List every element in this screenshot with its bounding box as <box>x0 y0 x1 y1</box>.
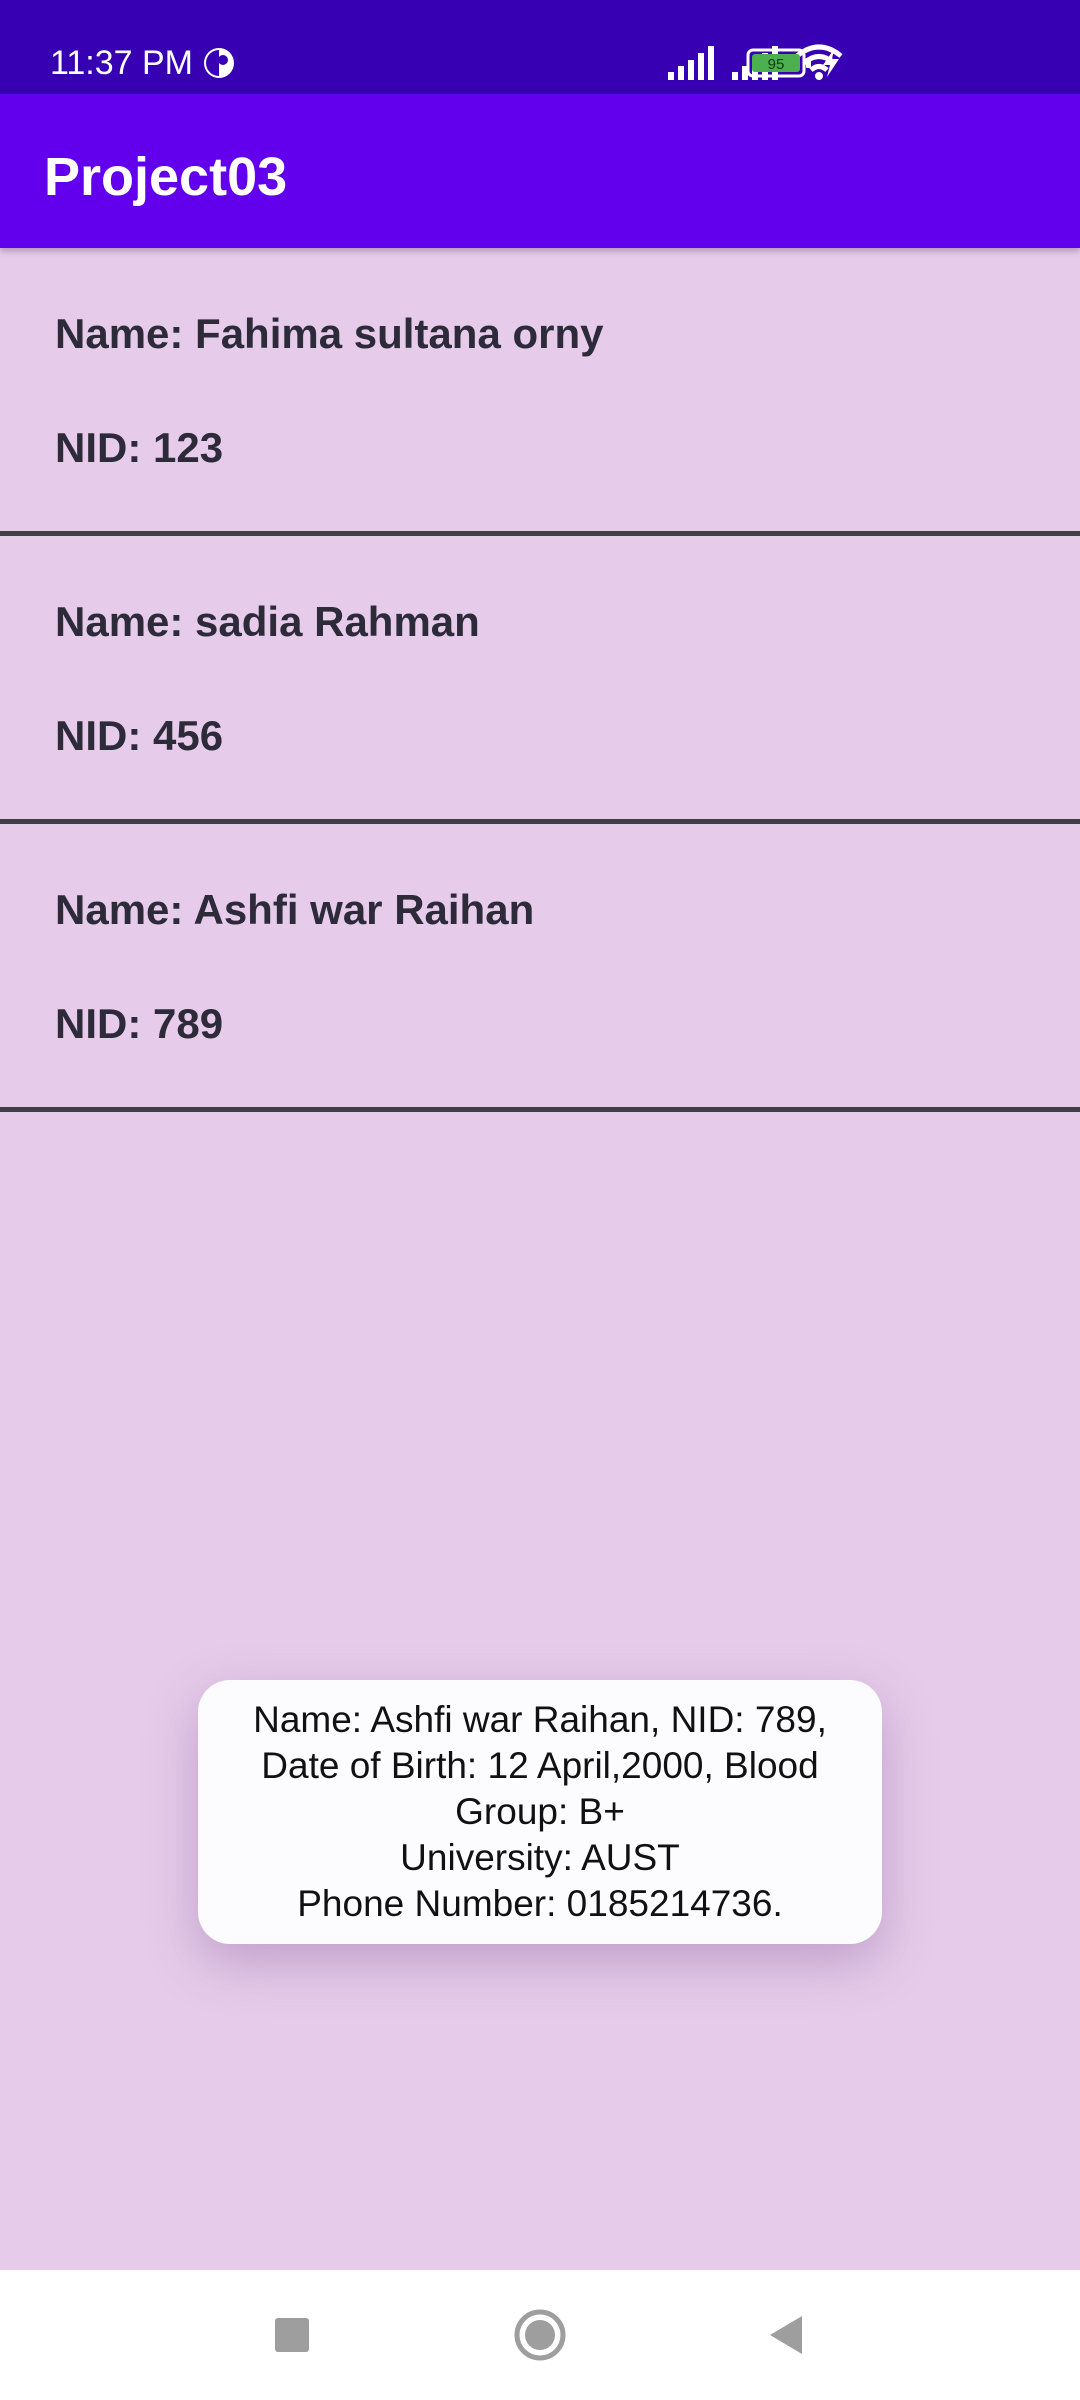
signal-icon <box>668 46 714 80</box>
person-name: Name: sadia Rahman <box>55 598 480 645</box>
list-item[interactable]: Name: Fahima sultana orny NID: 123 <box>0 248 1080 536</box>
battery-icon: 95 <box>746 48 812 78</box>
list-item[interactable]: Name: Ashfi war Raihan NID: 789 <box>0 824 1080 1112</box>
back-icon[interactable] <box>752 2300 822 2370</box>
person-nid: NID: 123 <box>55 424 224 471</box>
person-name: Name: Fahima sultana orny <box>55 310 604 357</box>
navigation-bar <box>0 2270 1080 2400</box>
toast-message: Name: Ashfi war Raihan, NID: 789, Date o… <box>198 1680 882 1944</box>
person-nid: NID: 789 <box>55 1000 224 1047</box>
app-title: Project03 <box>44 147 288 207</box>
person-nid: NID: 456 <box>55 712 224 759</box>
battery-level: 95 <box>768 56 785 73</box>
recent-apps-icon[interactable] <box>257 2300 327 2370</box>
home-icon[interactable] <box>505 2300 575 2370</box>
status-bar: 11:37 PM 95 <box>0 0 1080 94</box>
status-time: 11:37 PM <box>50 44 194 82</box>
list-item[interactable]: Name: sadia Rahman NID: 456 <box>0 536 1080 824</box>
charging-icon <box>823 49 839 77</box>
person-name: Name: Ashfi war Raihan <box>55 886 535 933</box>
app-bar: Project03 <box>0 94 1080 248</box>
person-list: Name: Fahima sultana orny NID: 123 Name:… <box>0 248 1080 1112</box>
clock-status-icon <box>204 48 234 78</box>
toast-text: Name: Ashfi war Raihan, NID: 789, Date o… <box>253 1699 827 1924</box>
